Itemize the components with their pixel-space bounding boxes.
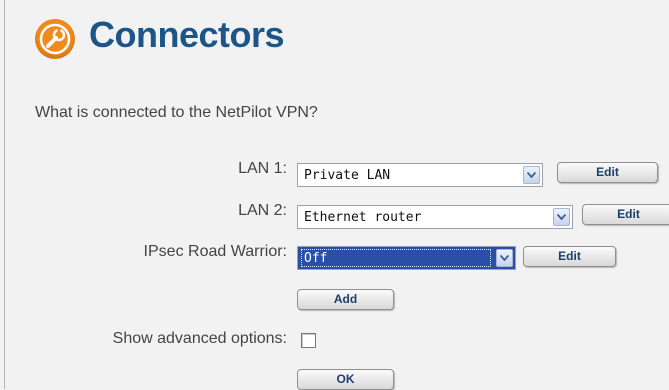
ipsec-select[interactable]: Off xyxy=(297,246,516,270)
lan2-label: LAN 2: xyxy=(238,202,287,219)
lan1-select[interactable]: Private LAN xyxy=(297,163,543,187)
chevron-down-icon[interactable] xyxy=(523,166,540,184)
add-connector-button[interactable]: Add xyxy=(297,289,394,310)
main-panel: Connectors What is connected to the NetP… xyxy=(4,0,669,390)
lan2-select-value: Ethernet router xyxy=(304,210,422,225)
ipsec-edit-button[interactable]: Edit xyxy=(523,246,616,267)
focus-outline xyxy=(301,249,491,267)
ok-button[interactable]: OK xyxy=(297,369,394,390)
lan1-select-value: Private LAN xyxy=(304,168,391,183)
chevron-down-icon[interactable] xyxy=(496,249,513,267)
advanced-options-checkbox[interactable] xyxy=(301,333,316,348)
wrench-icon xyxy=(35,19,75,59)
lan2-select[interactable]: Ethernet router xyxy=(297,205,573,229)
ipsec-label: IPsec Road Warrior: xyxy=(143,243,287,260)
ipsec-select-value: Off xyxy=(304,251,328,266)
chevron-down-icon[interactable] xyxy=(553,208,570,226)
connection-question: What is connected to the NetPilot VPN? xyxy=(35,104,318,121)
lan2-edit-button[interactable]: Edit xyxy=(582,204,669,225)
lan1-edit-button[interactable]: Edit xyxy=(557,162,658,183)
page-title: Connectors xyxy=(89,14,285,55)
lan1-label: LAN 1: xyxy=(238,160,287,177)
advanced-options-label: Show advanced options: xyxy=(112,330,287,347)
